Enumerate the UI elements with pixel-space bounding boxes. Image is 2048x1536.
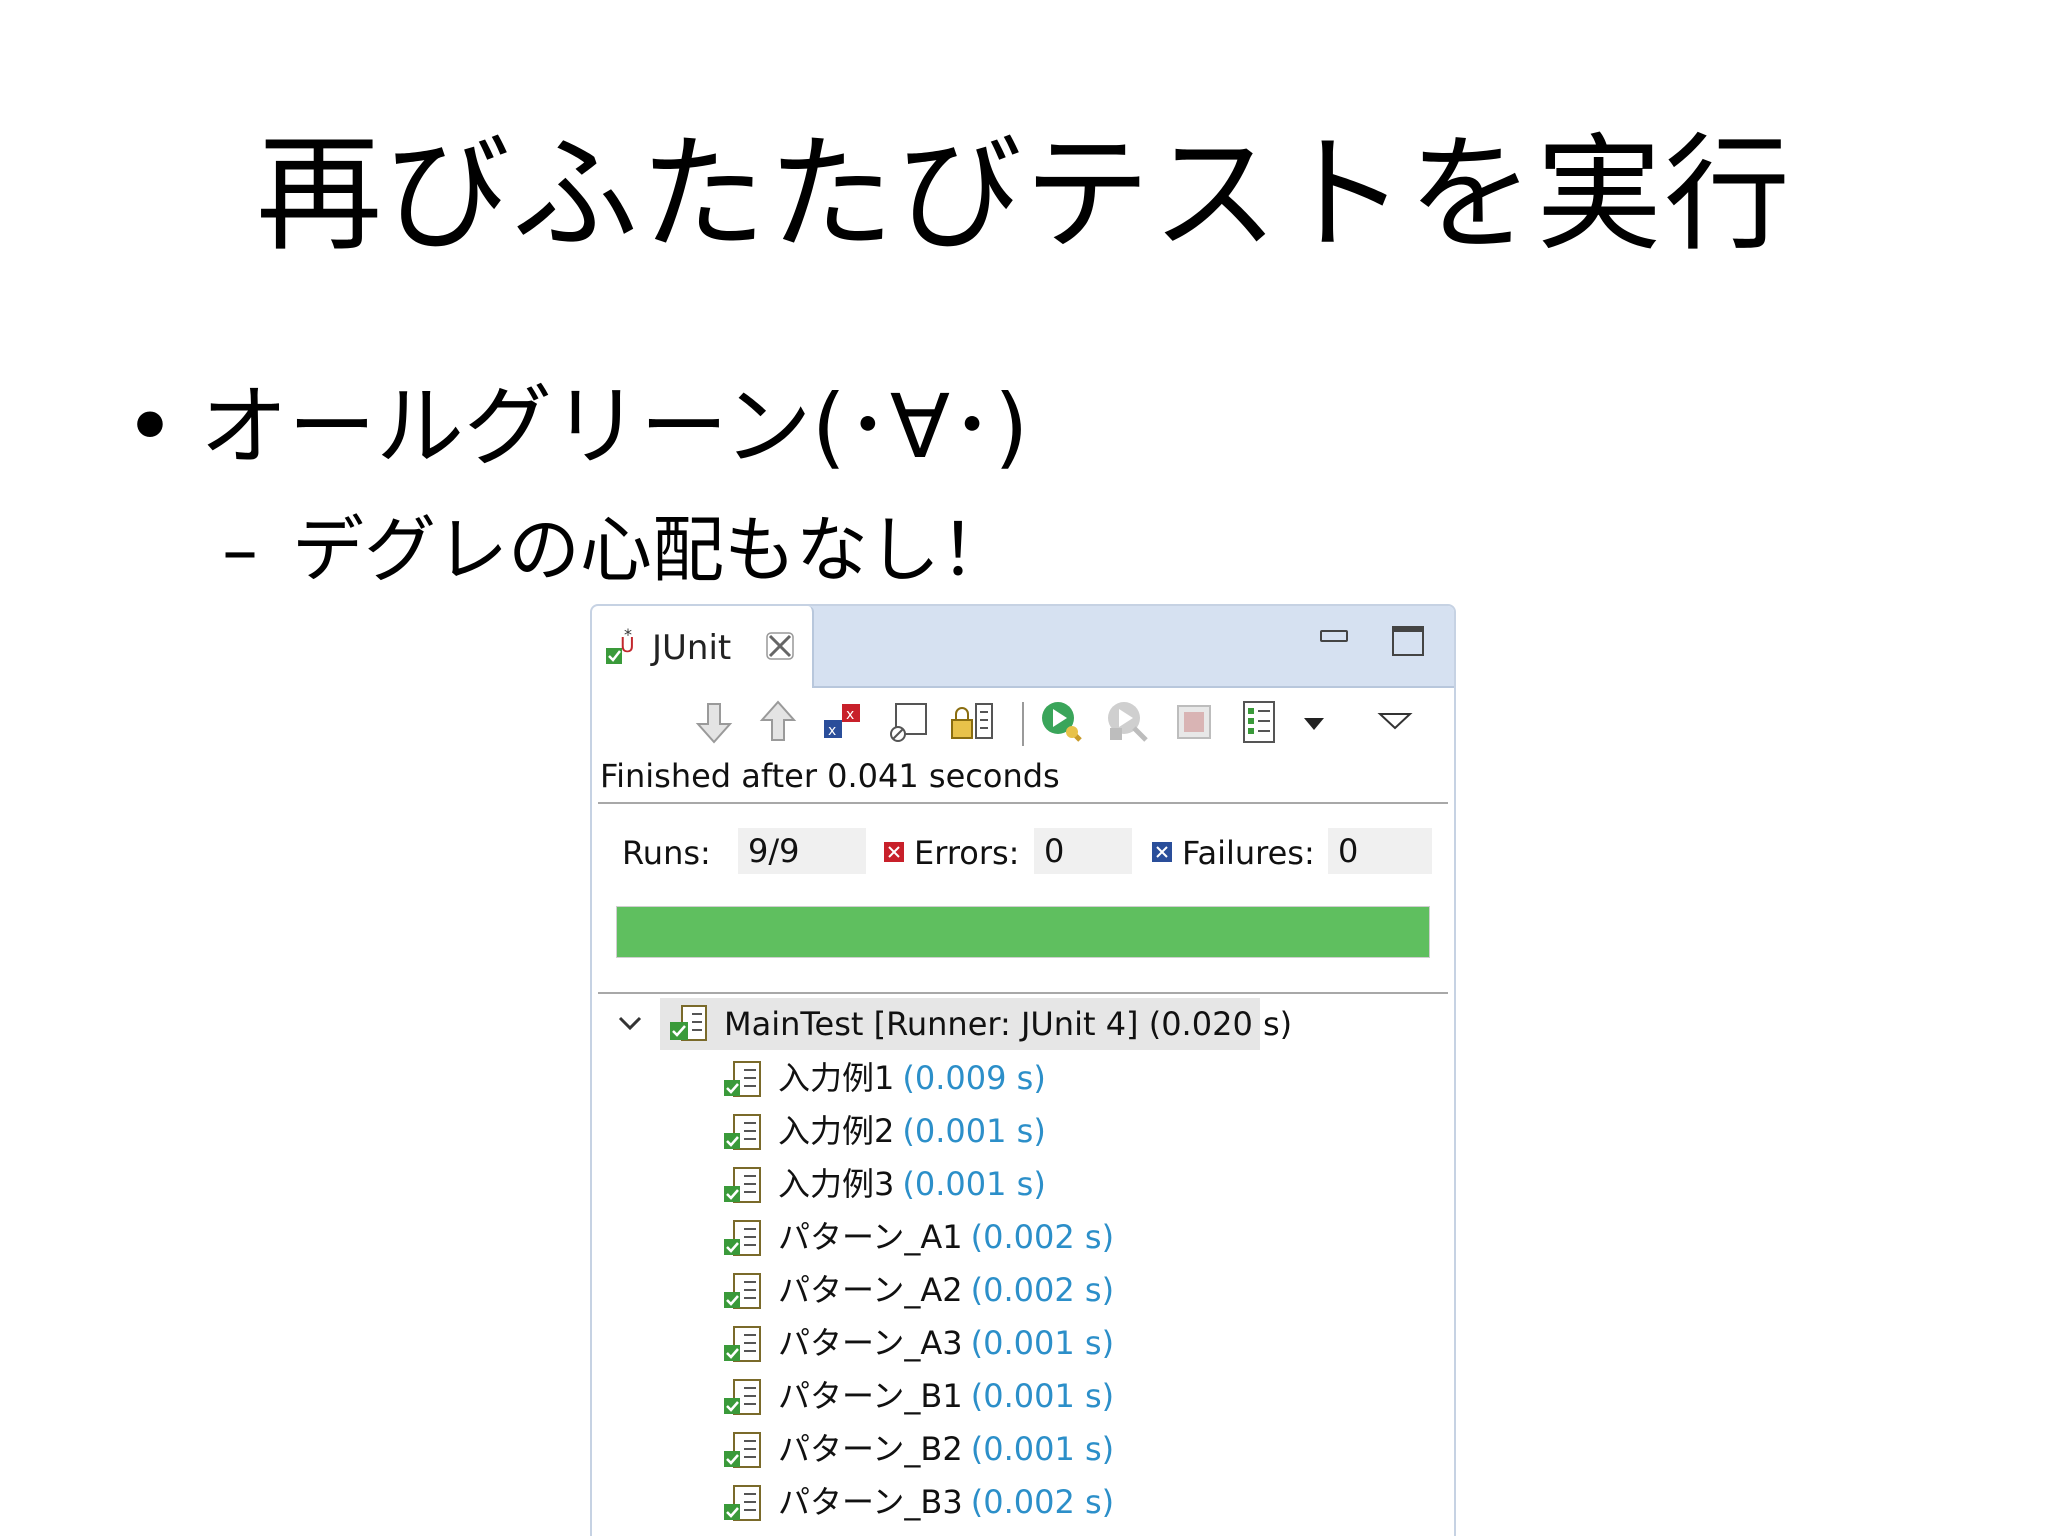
failures-value: 0 bbox=[1328, 828, 1432, 874]
test-ok-icon bbox=[724, 1326, 761, 1362]
failure-icon bbox=[1152, 842, 1172, 862]
junit-toolbar: xx bbox=[592, 686, 1454, 754]
test-suite-ok-icon bbox=[670, 1005, 707, 1041]
errors-label: Errors: bbox=[914, 834, 1020, 872]
svg-text:*: * bbox=[624, 628, 632, 644]
test-case-name: パターン_B2 bbox=[778, 1430, 963, 1468]
test-case-time: (0.001 s) bbox=[970, 1430, 1115, 1468]
test-case-row[interactable]: パターン_B1 (0.001 s) bbox=[722, 1372, 1322, 1420]
test-case-name: パターン_B1 bbox=[778, 1377, 963, 1415]
test-ok-icon bbox=[724, 1273, 761, 1309]
test-case-time: (0.001 s) bbox=[902, 1165, 1046, 1203]
divider bbox=[598, 802, 1448, 804]
test-case-label: パターン_A1 (0.002 s) bbox=[778, 1213, 1114, 1261]
error-icon bbox=[884, 842, 904, 862]
bullet-level-1: • オールグリーン(･∀･) bbox=[124, 372, 1028, 482]
progress-fill bbox=[617, 907, 1429, 957]
test-case-name: 入力例1 bbox=[778, 1059, 895, 1097]
test-case-time: (0.001 s) bbox=[970, 1324, 1115, 1362]
svg-text:x: x bbox=[828, 723, 836, 739]
runs-label: Runs: bbox=[622, 834, 711, 872]
test-case-label: 入力例2 (0.001 s) bbox=[778, 1107, 1046, 1155]
test-case-label: パターン_B2 (0.001 s) bbox=[778, 1425, 1114, 1473]
test-case-label: 入力例3 (0.001 s) bbox=[778, 1160, 1046, 1208]
test-case-row[interactable]: パターン_B2 (0.001 s) bbox=[722, 1425, 1322, 1473]
test-case-row[interactable]: 入力例1 (0.009 s) bbox=[722, 1054, 1322, 1102]
junit-view: U * JUnit xx Finished after 0.041 second… bbox=[590, 604, 1456, 1536]
test-ok-icon bbox=[724, 1485, 761, 1521]
bullet-level-2: – デグレの心配もなし！ bbox=[222, 504, 1012, 596]
test-case-time: (0.001 s) bbox=[902, 1112, 1046, 1150]
test-ok-icon bbox=[724, 1379, 761, 1415]
test-case-time: (0.002 s) bbox=[970, 1483, 1115, 1521]
show-skipped-icon[interactable] bbox=[948, 698, 996, 746]
test-case-time: (0.002 s) bbox=[970, 1218, 1115, 1256]
test-case-name: パターン_A1 bbox=[778, 1218, 963, 1256]
slide-title: 再びふたたびテストを実行 bbox=[256, 121, 1792, 268]
stop-icon[interactable] bbox=[1170, 698, 1218, 746]
test-case-name: パターン_B3 bbox=[778, 1483, 963, 1521]
scroll-lock-icon[interactable] bbox=[884, 698, 932, 746]
run-status: Finished after 0.041 seconds bbox=[600, 757, 1060, 795]
run-counters: Runs: 9/9 Errors: 0 Failures: 0 bbox=[592, 828, 1454, 878]
svg-text:x: x bbox=[846, 707, 854, 723]
history-dropdown-icon[interactable] bbox=[1290, 698, 1324, 746]
errors-value: 0 bbox=[1034, 828, 1132, 874]
toolbar-separator bbox=[1022, 702, 1024, 746]
failures-label: Failures: bbox=[1182, 834, 1315, 872]
test-case-label: パターン_B1 (0.001 s) bbox=[778, 1372, 1114, 1420]
test-case-row[interactable]: パターン_A2 (0.002 s) bbox=[722, 1266, 1322, 1314]
test-case-row[interactable]: パターン_B3 (0.002 s) bbox=[722, 1478, 1322, 1526]
rerun-failed-first-icon[interactable] bbox=[1104, 698, 1152, 746]
test-case-row[interactable]: 入力例3 (0.001 s) bbox=[722, 1160, 1322, 1208]
view-tab-bar: U * JUnit bbox=[592, 606, 1454, 688]
test-ok-icon bbox=[724, 1220, 761, 1256]
test-case-row[interactable]: パターン_A3 (0.001 s) bbox=[722, 1319, 1322, 1367]
test-ok-icon bbox=[724, 1114, 761, 1150]
junit-tab[interactable]: U * JUnit bbox=[592, 606, 814, 688]
rerun-test-icon[interactable] bbox=[1038, 698, 1086, 746]
minimize-icon[interactable] bbox=[1320, 630, 1348, 642]
test-case-name: パターン_A3 bbox=[778, 1324, 963, 1362]
tab-label: JUnit bbox=[652, 628, 732, 668]
test-case-time: (0.001 s) bbox=[970, 1377, 1115, 1415]
sub-bullet-marker: – bbox=[222, 508, 258, 592]
tree-root-label: MainTest [Runner: JUnit 4] (0.020 s) bbox=[724, 1005, 1293, 1043]
test-case-label: パターン_A2 (0.002 s) bbox=[778, 1266, 1114, 1314]
test-case-row[interactable]: 入力例2 (0.001 s) bbox=[722, 1107, 1322, 1155]
bullet-marker: • bbox=[124, 375, 176, 478]
test-case-name: 入力例2 bbox=[778, 1112, 895, 1150]
test-run-history-icon[interactable] bbox=[1236, 698, 1284, 746]
divider bbox=[598, 992, 1448, 994]
test-case-label: 入力例1 (0.009 s) bbox=[778, 1054, 1046, 1102]
test-progress-bar bbox=[616, 906, 1430, 958]
test-case-name: パターン_A2 bbox=[778, 1271, 963, 1309]
close-icon[interactable] bbox=[764, 630, 796, 662]
sub-bullet-text: デグレの心配もなし！ bbox=[292, 508, 1013, 592]
view-menu-icon[interactable] bbox=[1372, 698, 1420, 746]
test-ok-icon bbox=[724, 1167, 761, 1203]
test-case-label: パターン_B3 (0.002 s) bbox=[778, 1478, 1114, 1526]
junit-icon: U * bbox=[606, 628, 635, 664]
runs-value: 9/9 bbox=[738, 828, 866, 874]
test-case-time: (0.009 s) bbox=[902, 1059, 1046, 1097]
previous-failure-icon[interactable] bbox=[754, 698, 802, 746]
test-case-label: パターン_A3 (0.001 s) bbox=[778, 1319, 1114, 1367]
next-failure-icon[interactable] bbox=[690, 698, 738, 746]
test-case-time: (0.002 s) bbox=[970, 1271, 1115, 1309]
show-failures-only-icon[interactable]: xx bbox=[820, 698, 868, 746]
test-case-name: 入力例3 bbox=[778, 1165, 895, 1203]
bullet-text: オールグリーン(･∀･) bbox=[200, 375, 1029, 478]
test-case-row[interactable]: パターン_A1 (0.002 s) bbox=[722, 1213, 1322, 1261]
test-ok-icon bbox=[724, 1432, 761, 1468]
chevron-down-icon[interactable] bbox=[616, 1014, 644, 1034]
maximize-icon[interactable] bbox=[1392, 626, 1424, 656]
test-ok-icon bbox=[724, 1061, 761, 1097]
